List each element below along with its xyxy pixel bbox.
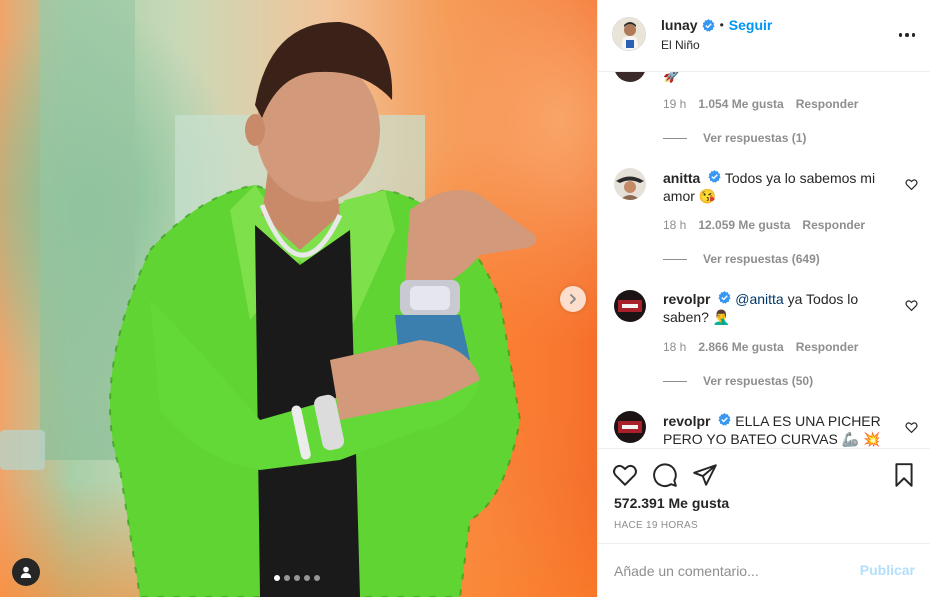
post-photo[interactable] [0,0,597,597]
header-separator: • [719,18,724,32]
collision-emoji: 💥 [863,431,881,447]
chevron-right-icon [570,294,576,304]
person-figure [109,21,537,597]
author-avatar[interactable] [612,17,646,51]
carousel-indicator [274,575,320,581]
comment-avatar[interactable] [614,72,646,82]
carousel-dot [294,575,300,581]
comment-likes[interactable]: 12.059 Me gusta [698,218,790,232]
carousel-dot [314,575,320,581]
comment-mention[interactable]: @anitta [735,291,783,307]
comment-avatar[interactable] [614,290,646,322]
comment-like-heart-icon[interactable] [905,421,918,434]
carousel-dot [274,575,280,581]
view-replies-label: Ver respuestas (649) [703,252,820,266]
view-replies-button[interactable]: Ver respuestas (649) [663,252,820,266]
comment-text: anitta Todos ya lo sabemos mi amor 😘 [663,169,893,205]
comment-meta: 18 h 12.059 Me gusta Responder [663,218,865,232]
user-icon [20,566,32,578]
reply-button[interactable]: Responder [796,97,859,111]
more-dot [905,33,909,37]
comment-time[interactable]: 18 h [663,218,686,232]
arm-emoji: 🦾 [841,431,860,447]
comment-input[interactable] [614,560,844,582]
publish-button[interactable]: Publicar [860,562,915,578]
tagged-users-button[interactable] [12,558,40,586]
comment-username[interactable]: revolpr [663,413,710,429]
comment-avatar[interactable] [614,411,646,443]
comment-text: revolpr ELLA ES UNA PICHER PERO YO BATEO… [663,412,893,448]
comment-likes[interactable]: 2.866 Me gusta [698,340,783,354]
replies-divider [663,380,687,382]
carousel-dot [284,575,290,581]
author-avatar-image [613,18,645,50]
comment-composer: Publicar [598,543,930,597]
reply-button[interactable]: Responder [802,218,865,232]
comment-username[interactable]: anitta [663,170,700,186]
post-location[interactable]: El Niño [661,38,700,52]
post-timestamp[interactable]: HACE 19 HORAS [614,520,698,531]
carousel-dot [304,575,310,581]
next-slide-button[interactable] [560,286,586,312]
verified-badge-icon [701,18,715,32]
post-sidebar: lunay • Seguir El Niño 🚀 19 h 1.054 Me g… [597,0,930,597]
view-replies-label: Ver respuestas (1) [703,131,807,145]
verified-badge-icon [718,413,731,426]
comment-meta: 18 h 2.866 Me gusta Responder [663,340,858,354]
view-replies-label: Ver respuestas (50) [703,374,814,388]
facepalm-emoji: 🤦‍♂️ [712,309,731,325]
share-icon[interactable] [692,462,718,488]
heart-icon[interactable] [612,462,638,488]
kiss-emoji: 😘 [698,188,717,204]
view-replies-button[interactable]: Ver respuestas (50) [663,374,813,388]
post-header: lunay • Seguir El Niño [598,0,930,72]
comment-likes[interactable]: 1.054 Me gusta [698,97,783,111]
replies-divider [663,258,687,260]
bookmark-icon[interactable] [891,462,917,488]
verified-badge-icon [708,170,721,183]
more-dot [898,33,903,37]
more-dot [911,33,916,37]
rocket-emoji: 🚀 [663,72,681,83]
comment-avatar[interactable] [614,168,646,200]
comment-icon[interactable] [652,462,678,488]
follow-button[interactable]: Seguir [729,17,773,33]
comment-meta: 19 h 1.054 Me gusta Responder [663,97,858,111]
comment-like-heart-icon[interactable] [905,178,918,191]
comment-username[interactable]: revolpr [663,291,710,307]
reply-button[interactable]: Responder [796,340,859,354]
comment-time[interactable]: 18 h [663,340,686,354]
comment-like-heart-icon[interactable] [905,299,918,312]
replies-divider [663,137,687,139]
comment-text: revolpr @anitta ya Todos lo saben? 🤦‍♂️ [663,290,893,326]
verified-badge-icon [718,291,731,304]
comment-text: 🚀 [663,72,893,84]
comment-time[interactable]: 19 h [663,97,686,111]
post-actions: 572.391 Me gusta HACE 19 HORAS [598,448,930,543]
view-replies-button[interactable]: Ver respuestas (1) [663,131,806,145]
likes-count[interactable]: 572.391 Me gusta [614,495,729,511]
author-username[interactable]: lunay [661,17,698,33]
more-options-button[interactable] [897,27,917,43]
comments-list[interactable]: 🚀 19 h 1.054 Me gusta Responder Ver resp… [598,72,930,448]
